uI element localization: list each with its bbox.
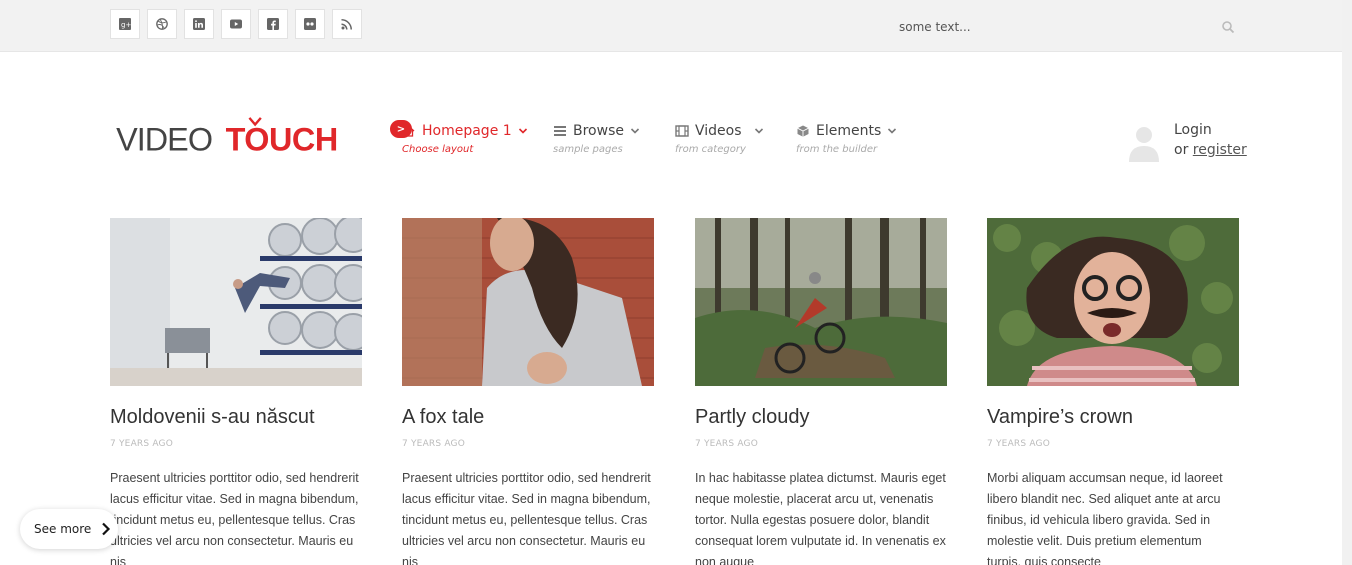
post-date: 7 YEARS AGO xyxy=(695,439,759,449)
nav-item-videos[interactable]: Videos from category xyxy=(675,120,764,155)
youtube-icon xyxy=(230,19,242,29)
chevron-right-icon xyxy=(102,522,111,536)
post-title[interactable]: Moldovenii s-au născut xyxy=(110,406,362,429)
post-title[interactable]: A fox tale xyxy=(402,406,654,429)
logo-touch-text: TOUCH xyxy=(226,121,338,156)
flickr-icon xyxy=(304,18,316,30)
user-avatar-icon[interactable] xyxy=(1126,122,1162,162)
facebook-link[interactable] xyxy=(258,9,288,39)
nav-label-videos: Videos xyxy=(695,123,742,139)
post-title[interactable]: Vampire’s crown xyxy=(987,406,1239,429)
play-badge-icon: > xyxy=(390,120,412,138)
post-date: 7 YEARS AGO xyxy=(110,439,174,449)
register-link[interactable]: register xyxy=(1193,142,1247,158)
post-card: Moldovenii s-au născut 7 YEARS AGO Praes… xyxy=(110,218,362,565)
search-input[interactable]: some text... xyxy=(899,20,971,34)
post-card: A fox tale 7 YEARS AGO Praesent ultricie… xyxy=(402,218,654,565)
search-box[interactable]: some text... xyxy=(893,12,1239,42)
or-text: or xyxy=(1174,142,1189,158)
dribbble-link[interactable] xyxy=(147,9,177,39)
svg-text:g+: g+ xyxy=(121,21,131,29)
nav-sub-browse: sample pages xyxy=(553,144,623,155)
nav-item-elements[interactable]: Elements from the builder xyxy=(796,120,897,155)
social-links: g+ xyxy=(110,9,362,39)
post-excerpt: Praesent ultricies porttitor odio, sed h… xyxy=(110,471,359,565)
see-more-label: See more xyxy=(34,522,92,536)
post-card: Vampire’s crown 7 YEARS AGO Morbi aliqua… xyxy=(987,218,1239,565)
dribbble-icon xyxy=(156,18,168,30)
google-plus-link[interactable]: g+ xyxy=(110,9,140,39)
nav-item-browse[interactable]: Browse sample pages xyxy=(553,120,640,155)
post-thumbnail[interactable] xyxy=(402,218,654,386)
chevron-down-icon xyxy=(888,128,897,134)
post-excerpt: Morbi aliquam accumsan neque, id laoreet… xyxy=(987,471,1223,565)
see-more-button[interactable]: See more xyxy=(20,509,118,549)
film-icon xyxy=(675,125,689,137)
flickr-link[interactable] xyxy=(295,9,325,39)
chevron-down-icon xyxy=(630,128,640,134)
post-thumbnail[interactable] xyxy=(987,218,1239,386)
nav-sub-elements: from the builder xyxy=(796,144,878,155)
login-link[interactable]: Login xyxy=(1174,122,1212,138)
post-date: 7 YEARS AGO xyxy=(402,439,466,449)
scrollbar[interactable] xyxy=(1342,0,1352,565)
post-excerpt: Praesent ultricies porttitor odio, sed h… xyxy=(402,471,651,565)
nav-label-browse: Browse xyxy=(573,123,624,139)
facebook-icon xyxy=(267,18,279,30)
post-thumbnail[interactable] xyxy=(110,218,362,386)
logo-video-text: VIDEO xyxy=(116,121,212,156)
post-thumbnail[interactable] xyxy=(695,218,947,386)
nav-label-elements: Elements xyxy=(816,123,882,139)
cube-icon xyxy=(797,125,809,137)
rss-icon xyxy=(341,19,352,30)
post-title[interactable]: Partly cloudy xyxy=(695,406,947,429)
google-plus-icon: g+ xyxy=(119,18,131,30)
search-icon[interactable] xyxy=(1221,20,1235,34)
post-card: Partly cloudy 7 YEARS AGO In hac habitas… xyxy=(695,218,947,565)
top-bar: g+ some text... xyxy=(0,0,1352,52)
list-icon xyxy=(554,126,566,136)
post-excerpt: In hac habitasse platea dictumst. Mauris… xyxy=(695,471,946,565)
register-line: or register xyxy=(1174,142,1247,158)
nav-sub-homepage: Choose layout xyxy=(402,144,474,155)
rss-link[interactable] xyxy=(332,9,362,39)
post-date: 7 YEARS AGO xyxy=(987,439,1051,449)
site-logo[interactable]: VIDEO TOUCH xyxy=(110,116,365,156)
chevron-down-icon xyxy=(518,128,527,134)
nav-label-homepage: Homepage 1 xyxy=(422,123,512,139)
linkedin-link[interactable] xyxy=(184,9,214,39)
linkedin-icon xyxy=(193,18,205,30)
nav-sub-videos: from category xyxy=(675,144,746,155)
nav-item-homepage[interactable]: > Homepage 1 Choose layout xyxy=(390,120,528,155)
youtube-link[interactable] xyxy=(221,9,251,39)
chevron-down-icon xyxy=(754,128,763,134)
